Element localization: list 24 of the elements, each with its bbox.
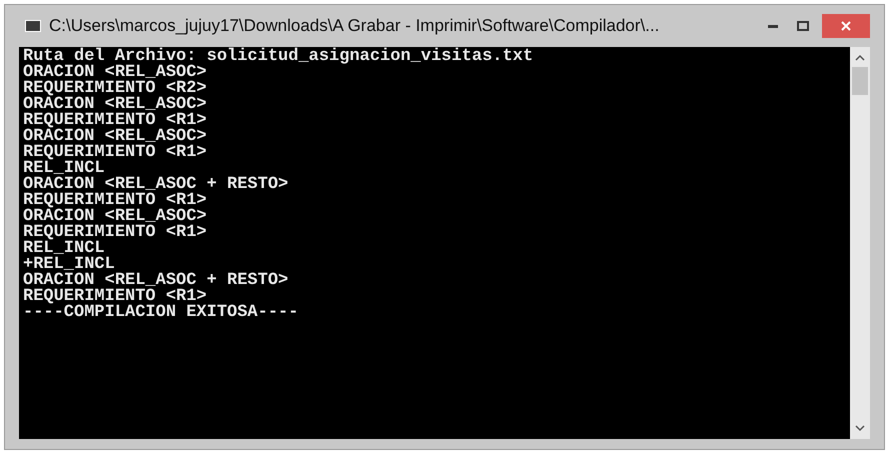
- window-title: C:\Users\marcos_jujuy17\Downloads\A Grabar - Imprimir\Software\Compilador\...: [49, 15, 660, 38]
- console-line: REL_INCL: [23, 241, 105, 257]
- console-line: ORACION <REL_ASOC + RESTO>: [23, 273, 288, 289]
- console-line: Ruta del Archivo: solicitud_asignacion_visitas.txt: [23, 49, 534, 65]
- scrollbar-thumb[interactable]: [852, 67, 868, 95]
- minimize-icon: [768, 24, 778, 28]
- console-line: REQUERIMIENTO <R1>: [23, 289, 207, 305]
- console-line: REQUERIMIENTO <R2>: [23, 81, 207, 97]
- console-line: REQUERIMIENTO <R1>: [23, 193, 207, 209]
- console-line: ORACION <REL_ASOC>: [23, 65, 207, 81]
- console-line: REQUERIMIENTO <R1>: [23, 225, 207, 241]
- maximize-icon: [797, 21, 809, 31]
- console-line: REL_INCL: [23, 161, 105, 177]
- console-app-icon: [25, 20, 41, 32]
- console-line: ORACION <REL_ASOC>: [23, 129, 207, 145]
- close-button[interactable]: [822, 14, 870, 38]
- console-line: ----COMPILACION EXITOSA----: [23, 305, 298, 321]
- console-line: REQUERIMIENTO <R1>: [23, 113, 207, 129]
- close-icon: [841, 21, 851, 31]
- console-line: ORACION <REL_ASOC + RESTO>: [23, 177, 288, 193]
- console-line: +REL_INCL: [23, 257, 115, 273]
- console-line: ORACION <REL_ASOC>: [23, 209, 207, 225]
- console-line: REQUERIMIENTO <R1>: [23, 145, 207, 161]
- console-line: ORACION <REL_ASOC>: [23, 97, 207, 113]
